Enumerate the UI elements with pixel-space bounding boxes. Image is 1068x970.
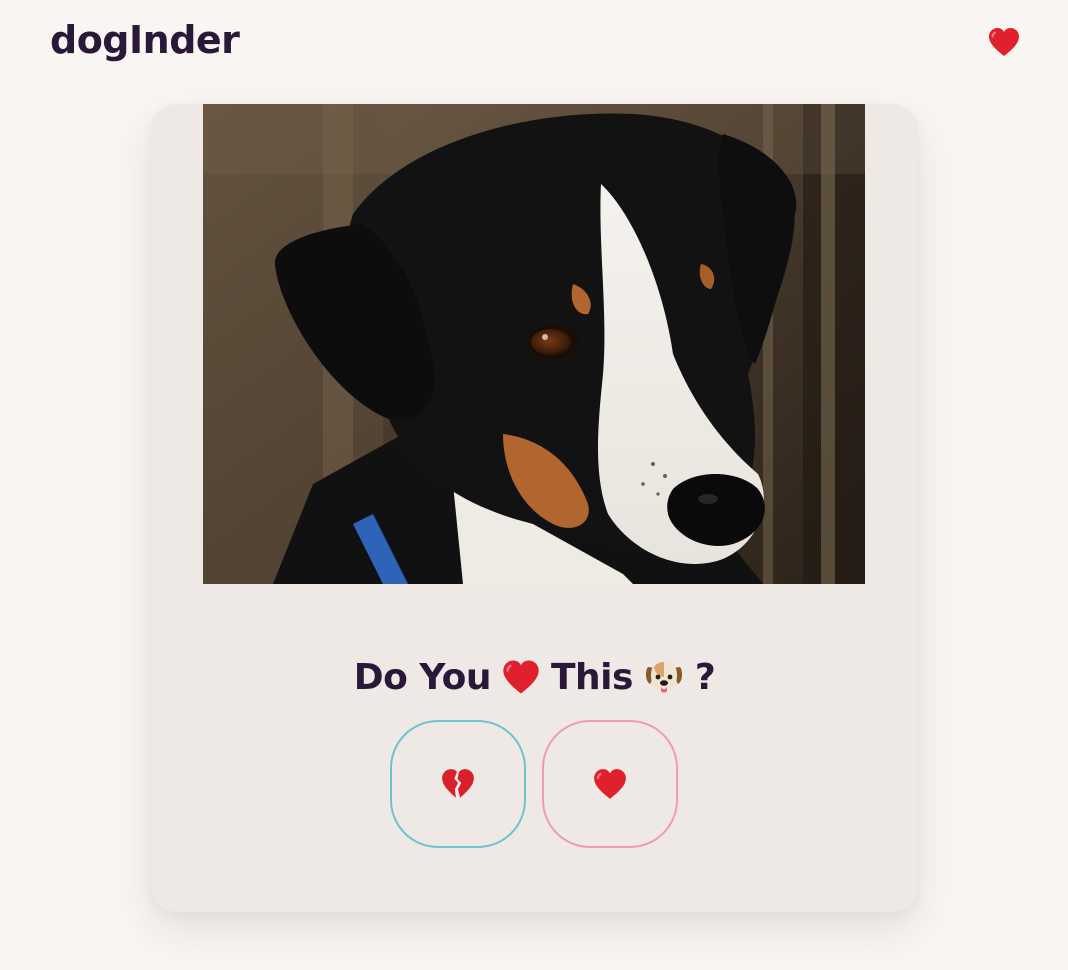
top-bar: dogInder xyxy=(0,0,1068,84)
dog-card: Do You This ? xyxy=(151,104,918,912)
favorites-link[interactable] xyxy=(984,22,1024,62)
heart-icon xyxy=(989,28,1019,56)
question-text: Do You This ? xyxy=(151,652,918,702)
question-suffix: ? xyxy=(694,656,716,698)
broken-heart-icon xyxy=(442,769,474,798)
dislike-button[interactable] xyxy=(390,720,526,848)
heart-icon xyxy=(594,769,626,799)
heart-icon xyxy=(503,660,539,694)
question-prefix: Do You xyxy=(353,656,492,698)
question-middle: This xyxy=(550,656,633,698)
like-button[interactable] xyxy=(542,720,678,848)
dog-photo xyxy=(203,104,865,584)
dog-face-icon xyxy=(645,661,682,694)
app-logo[interactable]: dogInder xyxy=(50,18,240,62)
